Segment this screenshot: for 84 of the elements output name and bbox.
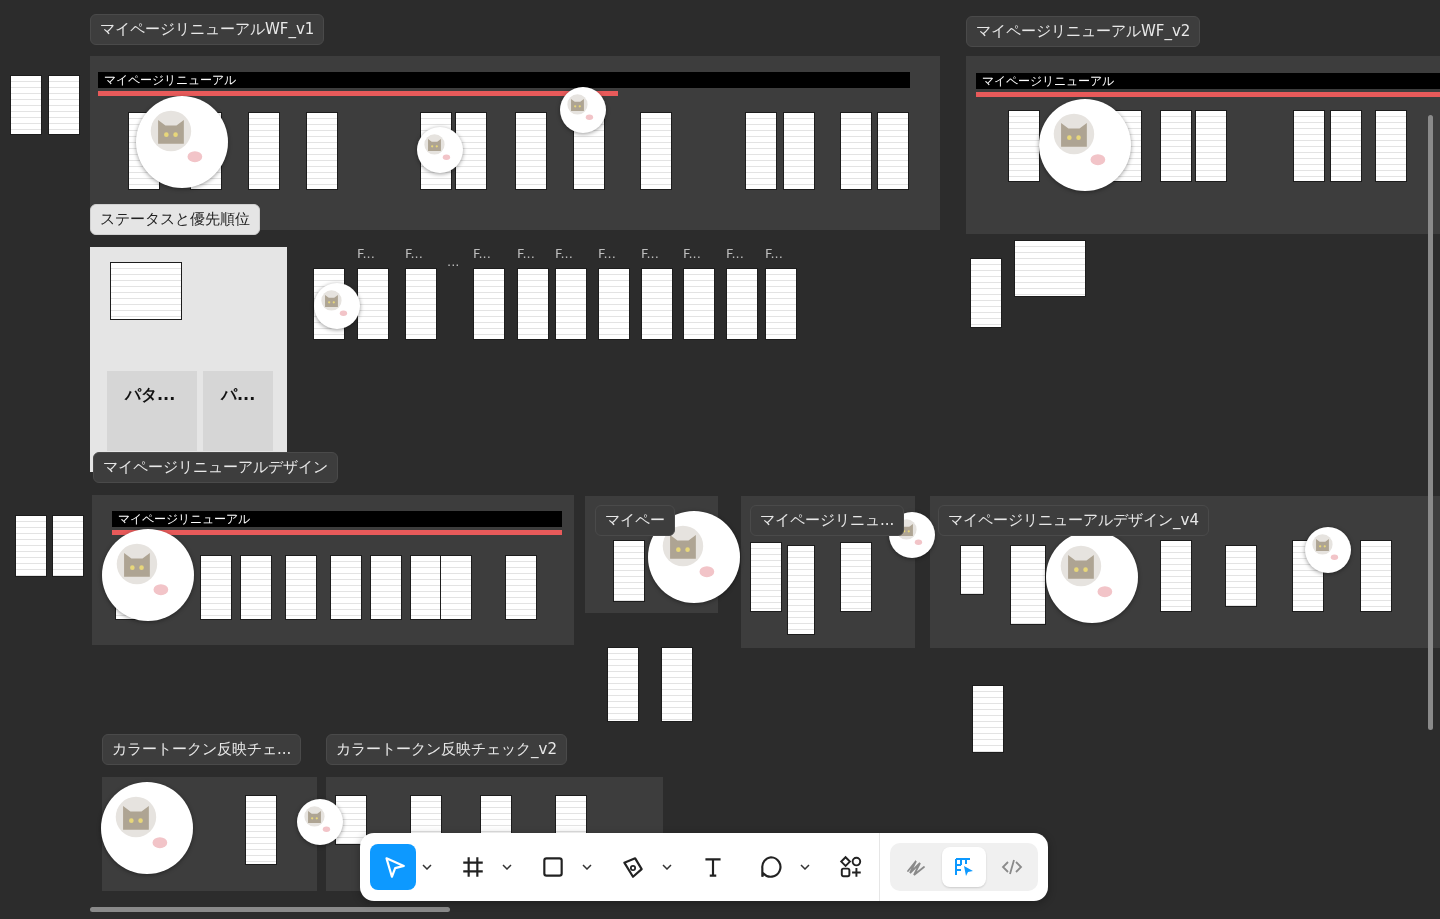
frame-thumbnail <box>1375 110 1407 182</box>
cat-avatar-icon <box>102 529 194 621</box>
caret-icon <box>422 864 432 870</box>
caret-icon <box>502 864 512 870</box>
caret-icon <box>582 864 592 870</box>
frame-thumbnail <box>473 268 505 340</box>
frame-thumbnail <box>240 555 272 620</box>
section-label[interactable]: マイページリニューアルデザイン_v4 <box>938 505 1209 536</box>
pen-icon <box>620 854 646 880</box>
frame-label[interactable]: F... <box>357 246 375 261</box>
frame-label[interactable]: F... <box>473 246 491 261</box>
frame-thumbnail <box>10 75 42 135</box>
frame-thumbnail <box>1195 110 1227 182</box>
cat-avatar-icon <box>648 511 740 603</box>
frame-thumbnail <box>1160 110 1192 182</box>
frame-thumbnail <box>613 540 645 602</box>
frame-thumbnail <box>357 268 389 340</box>
frame-thumbnail <box>245 795 277 865</box>
frame-thumbnail <box>200 555 232 620</box>
caret-icon <box>800 864 810 870</box>
frame-thumbnail <box>960 545 984 595</box>
cat-avatar-icon <box>1305 527 1351 573</box>
cat-avatar-icon <box>560 87 606 133</box>
frame-thumbnail <box>1008 110 1040 182</box>
move-tool-button[interactable] <box>370 844 416 890</box>
frame-thumbnail <box>598 268 630 340</box>
frame-header-bar: マイページリニューアル <box>112 511 562 527</box>
frame-thumbnail <box>1160 540 1192 612</box>
frame-thumbnail <box>555 268 587 340</box>
frame-label[interactable]: F... <box>517 246 535 261</box>
frame-thumbnail <box>440 555 472 620</box>
frame-thumbnail <box>683 268 715 340</box>
frame-thumbnail <box>505 555 537 620</box>
section-label[interactable]: カラートークン反映チェック_v2 <box>326 734 567 765</box>
section-label[interactable]: マイページリニューアルデザイン <box>93 452 338 483</box>
frame-thumbnail <box>1330 110 1362 182</box>
frame-thumbnail <box>48 75 80 135</box>
frame-thumbnail <box>52 515 84 577</box>
section-label[interactable]: マイペー <box>595 505 675 536</box>
frame-thumbnail <box>1360 540 1392 612</box>
section-label[interactable]: マイページリニューアルWF_v1 <box>90 14 325 45</box>
cat-avatar-icon <box>101 782 193 874</box>
frame-thumbnail <box>750 542 782 612</box>
frame-thumbnail <box>1014 240 1086 297</box>
frame-label[interactable]: ... <box>447 254 460 269</box>
frame-thumbnail <box>840 542 872 612</box>
frame-thumbnail <box>1293 110 1325 182</box>
frame-label[interactable]: F... <box>765 246 783 261</box>
frame-thumbnail <box>110 262 182 320</box>
frame-thumbnail <box>765 268 797 340</box>
speech-bubble-icon <box>758 854 784 880</box>
horizontal-scrollbar[interactable] <box>90 907 450 912</box>
frame-label[interactable]: F... <box>555 246 573 261</box>
frame-thumbnail <box>285 555 317 620</box>
frame-thumbnail <box>15 515 47 577</box>
vertical-scrollbar[interactable] <box>1428 115 1433 730</box>
section-label[interactable]: ステータスと優先順位 <box>90 204 260 235</box>
cat-avatar-icon <box>889 512 935 558</box>
frame-thumbnail <box>405 268 437 340</box>
frame-thumbnail <box>641 268 673 340</box>
frame-thumbnail <box>517 268 549 340</box>
caret-icon <box>662 864 672 870</box>
cat-avatar-icon <box>297 799 343 845</box>
shapes-plus-icon <box>838 854 864 880</box>
frame-thumbnail <box>1225 545 1257 607</box>
frame-thumbnail <box>330 555 362 620</box>
hash-icon <box>460 854 486 880</box>
frame-label[interactable]: F... <box>726 246 744 261</box>
frame-thumbnail <box>726 268 758 340</box>
frame-label[interactable]: F... <box>405 246 423 261</box>
section-label[interactable]: カラートークン反映チェ... <box>102 734 302 765</box>
section-label[interactable]: マイページリニューアルWF_v2 <box>966 16 1201 47</box>
frame-header-bar: マイページリニューアル <box>976 73 1440 89</box>
frame-thumbnail <box>972 685 1004 753</box>
square-icon <box>540 854 566 880</box>
section-label[interactable]: マイページリニュ... <box>750 505 905 536</box>
frame-thumbnail <box>410 555 442 620</box>
design-mode-button[interactable] <box>942 847 986 887</box>
frame-label[interactable]: F... <box>598 246 616 261</box>
frame-thumbnail <box>970 258 1002 328</box>
frame-thumbnail <box>370 555 402 620</box>
frame-header-bar: マイページリニューアル <box>98 72 910 88</box>
frame-label[interactable]: F... <box>683 246 701 261</box>
frame-label[interactable]: F... <box>641 246 659 261</box>
